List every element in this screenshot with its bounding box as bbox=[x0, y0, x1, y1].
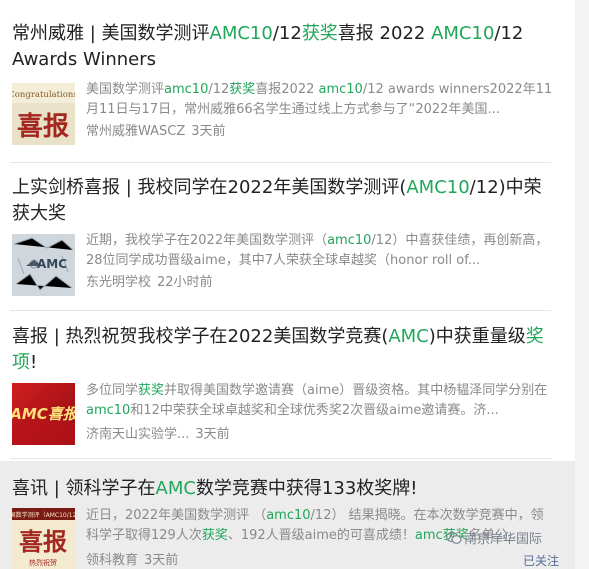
keyword-highlight: amc10 bbox=[327, 233, 372, 248]
text-segment: /12 bbox=[272, 23, 302, 44]
text-segment: 和12中荣获全球卓越奖和全球优秀奖2次晋级aime邀请赛。济... bbox=[130, 403, 499, 418]
article-time: 3天前 bbox=[195, 427, 230, 442]
keyword-highlight: amc bbox=[414, 528, 443, 543]
keyword-highlight: amc10 bbox=[318, 82, 363, 97]
article-title[interactable]: 上实剑桥喜报 | 我校同学在2022年美国数学测评(AMC10/12)中荣获大奖 bbox=[12, 175, 552, 227]
text-segment: 近期，我校学子在2022年美国数学测评（ bbox=[86, 233, 328, 248]
keyword-highlight: AMC10 bbox=[209, 23, 273, 44]
article-meta: 领科教育 3天前 bbox=[86, 552, 178, 569]
article-thumbnail[interactable]: 美国数学测评（AMC10/12） 喜报 热烈祝贺 bbox=[12, 508, 75, 569]
article-meta: 常州威雅WASCZ 3天前 bbox=[86, 123, 226, 141]
followed-label[interactable]: 已关注 bbox=[523, 552, 559, 569]
thumbnail-headline: AMC喜报 bbox=[12, 405, 75, 423]
article-card[interactable]: 常州威雅 | 美国数学测评AMC10/12获奖喜报 2022 AMC10/12 … bbox=[0, 0, 575, 166]
article-title[interactable]: 喜报 | 热烈祝贺我校学子在2022美国数学竞赛(AMC)中获重量级奖项! bbox=[12, 324, 552, 376]
watermark-text: 南京岸华国际 bbox=[464, 532, 543, 547]
text-segment: 喜报 2022 bbox=[337, 23, 432, 44]
text-segment: ! bbox=[30, 352, 38, 373]
article-time: 22小时前 bbox=[157, 275, 213, 290]
thumbnail-caption: 美国数学测评（AMC10/12） bbox=[12, 511, 75, 519]
article-source[interactable]: 领科教育 bbox=[86, 553, 138, 568]
text-segment: 多位同学 bbox=[86, 383, 139, 398]
keyword-highlight: 获奖 bbox=[301, 23, 338, 44]
keyword-highlight: AMC bbox=[155, 478, 196, 499]
keyword-highlight: AMC bbox=[388, 326, 429, 347]
article-source[interactable]: 常州威雅WASCZ bbox=[86, 124, 185, 139]
article-snippet: 多位同学获奖并取得美国数学邀请赛（aime）晋级资格。其中杨韫泽同学分别在 amc… bbox=[86, 381, 556, 421]
scrollbar[interactable] bbox=[575, 0, 589, 569]
article-card[interactable]: 喜讯 | 领科学子在AMC数学竞赛中获得133枚奖牌! 美国数学测评（AMC10… bbox=[0, 461, 575, 569]
text-segment: 、192人晋级aime的可喜成绩！ bbox=[227, 528, 415, 543]
text-segment: 喜报2022 bbox=[255, 82, 319, 97]
article-title[interactable]: 常州威雅 | 美国数学测评AMC10/12获奖喜报 2022 AMC10/12 … bbox=[12, 21, 552, 73]
divider bbox=[10, 162, 551, 163]
thumbnail-headline: 喜报 bbox=[19, 527, 67, 556]
text-segment: )中获重量级 bbox=[428, 326, 526, 347]
thumbnail-headline: 喜报 bbox=[17, 111, 69, 142]
keyword-highlight: amc10 bbox=[86, 403, 131, 418]
text-segment: /12 bbox=[208, 82, 230, 97]
thumbnail-caption: Congratulations bbox=[12, 90, 75, 100]
article-source[interactable]: 东光明学校 bbox=[86, 275, 151, 290]
article-thumbnail[interactable]: Congratulations 喜报 bbox=[12, 83, 75, 145]
watermark: 南京岸华国际 bbox=[446, 528, 542, 547]
keyword-highlight: amc10 bbox=[266, 508, 311, 523]
text-segment: 美国数学测评 bbox=[86, 82, 165, 97]
keyword-highlight: AMC10 bbox=[431, 23, 495, 44]
article-time: 3天前 bbox=[191, 124, 226, 139]
keyword-highlight: 获奖 bbox=[201, 528, 228, 543]
article-title[interactable]: 喜讯 | 领科学子在AMC数学竞赛中获得133枚奖牌! bbox=[12, 476, 552, 502]
text-segment: 上实剑桥喜报 | 我校同学在2022年美国数学测评( bbox=[12, 177, 407, 198]
article-card[interactable]: 上实剑桥喜报 | 我校同学在2022年美国数学测评(AMC10/12)中荣获大奖… bbox=[0, 166, 575, 311]
article-snippet: 近期，我校学子在2022年美国数学测评（amc10/12）中喜获佳绩，再创新高，… bbox=[86, 231, 556, 271]
keyword-highlight: 获奖 bbox=[229, 82, 256, 97]
article-source[interactable]: 济南天山实验学... bbox=[86, 427, 189, 442]
article-meta: 济南天山实验学... 3天前 bbox=[86, 426, 230, 444]
keyword-highlight: amc10 bbox=[164, 82, 209, 97]
text-segment: 常州威雅 | 美国数学测评 bbox=[12, 23, 210, 44]
article-snippet: 美国数学测评amc10/12获奖喜报2022 amc10/12 awards w… bbox=[86, 80, 556, 120]
thumbnail-headline: AMC bbox=[37, 257, 67, 271]
text-segment: 喜报 | 热烈祝贺我校学子在2022美国数学竞赛( bbox=[12, 326, 389, 347]
keyword-highlight: AMC10 bbox=[406, 177, 470, 198]
text-segment: 喜讯 | 领科学子在 bbox=[12, 478, 156, 499]
divider bbox=[10, 458, 551, 459]
article-time: 3天前 bbox=[144, 553, 179, 568]
article-thumbnail[interactable]: AMC喜报 bbox=[12, 383, 75, 445]
article-card[interactable]: 喜报 | 热烈祝贺我校学子在2022美国数学竞赛(AMC)中获重量级奖项! AM… bbox=[0, 311, 575, 459]
search-results-page: 常州威雅 | 美国数学测评AMC10/12获奖喜报 2022 AMC10/12 … bbox=[0, 0, 589, 569]
text-segment: 数学竞赛中获得133枚奖牌! bbox=[195, 478, 418, 499]
article-meta: 东光明学校 22小时前 bbox=[86, 274, 213, 292]
wechat-icon bbox=[446, 531, 462, 544]
article-thumbnail[interactable]: AMC bbox=[12, 234, 75, 296]
thumbnail-caption: 热烈祝贺 bbox=[29, 558, 57, 567]
text-segment: 并取得美国数学邀请赛（aime）晋级资格。其中杨韫泽同学分别在 bbox=[164, 383, 548, 398]
text-segment: 近日，2022年美国数学测评 （ bbox=[86, 508, 267, 523]
keyword-highlight: 获奖 bbox=[138, 383, 165, 398]
